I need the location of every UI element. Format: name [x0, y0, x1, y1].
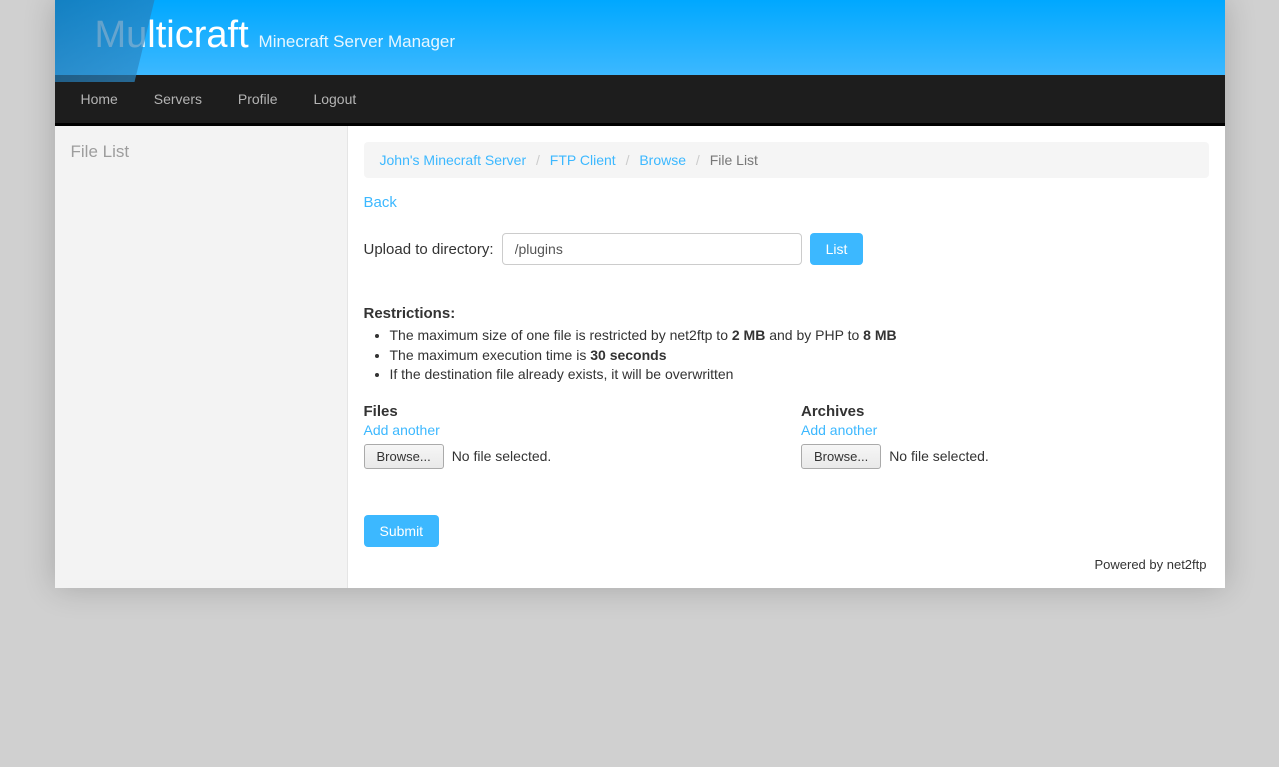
breadcrumb-server[interactable]: John's Minecraft Server	[380, 152, 527, 168]
main-content: John's Minecraft Server / FTP Client / B…	[348, 126, 1225, 588]
sidebar-title: File List	[71, 142, 331, 162]
nav-profile[interactable]: Profile	[222, 75, 294, 123]
browse-file-button[interactable]: Browse...	[364, 444, 444, 469]
list-button[interactable]: List	[810, 233, 864, 265]
banner-logo-cube	[55, 0, 155, 82]
add-another-file-link[interactable]: Add another	[364, 422, 440, 438]
breadcrumb-ftp[interactable]: FTP Client	[550, 152, 616, 168]
breadcrumb-sep: /	[696, 152, 700, 168]
archives-column: Archives Add another Browse... No file s…	[801, 403, 1209, 469]
sidebar: File List	[55, 126, 348, 588]
nav-logout[interactable]: Logout	[297, 75, 372, 123]
submit-button[interactable]: Submit	[364, 515, 440, 547]
add-another-archive-link[interactable]: Add another	[801, 422, 877, 438]
app-subtitle: Minecraft Server Manager	[259, 32, 456, 51]
file-selected-label: No file selected.	[452, 448, 552, 464]
archive-selected-label: No file selected.	[889, 448, 989, 464]
restriction-item: The maximum size of one file is restrict…	[390, 326, 1209, 346]
breadcrumb-sep: /	[626, 152, 630, 168]
breadcrumb-current: File List	[710, 152, 758, 168]
nav-home[interactable]: Home	[65, 75, 134, 123]
powered-by: Powered by net2ftp	[364, 557, 1209, 572]
navbar: Home Servers Profile Logout	[55, 75, 1225, 126]
browse-archive-button[interactable]: Browse...	[801, 444, 881, 469]
restrictions-title: Restrictions:	[364, 305, 1209, 322]
files-title: Files	[364, 403, 772, 420]
breadcrumb: John's Minecraft Server / FTP Client / B…	[364, 142, 1209, 178]
upload-label: Upload to directory:	[364, 241, 494, 258]
upload-directory-input[interactable]	[502, 233, 802, 265]
breadcrumb-sep: /	[536, 152, 540, 168]
nav-servers[interactable]: Servers	[138, 75, 218, 123]
files-column: Files Add another Browse... No file sele…	[364, 403, 772, 469]
banner: Multicraft Minecraft Server Manager	[55, 0, 1225, 75]
breadcrumb-browse[interactable]: Browse	[639, 152, 686, 168]
restriction-item: If the destination file already exists, …	[390, 365, 1209, 385]
archives-title: Archives	[801, 403, 1209, 420]
back-link[interactable]: Back	[364, 194, 397, 211]
restriction-item: The maximum execution time is 30 seconds	[390, 346, 1209, 366]
